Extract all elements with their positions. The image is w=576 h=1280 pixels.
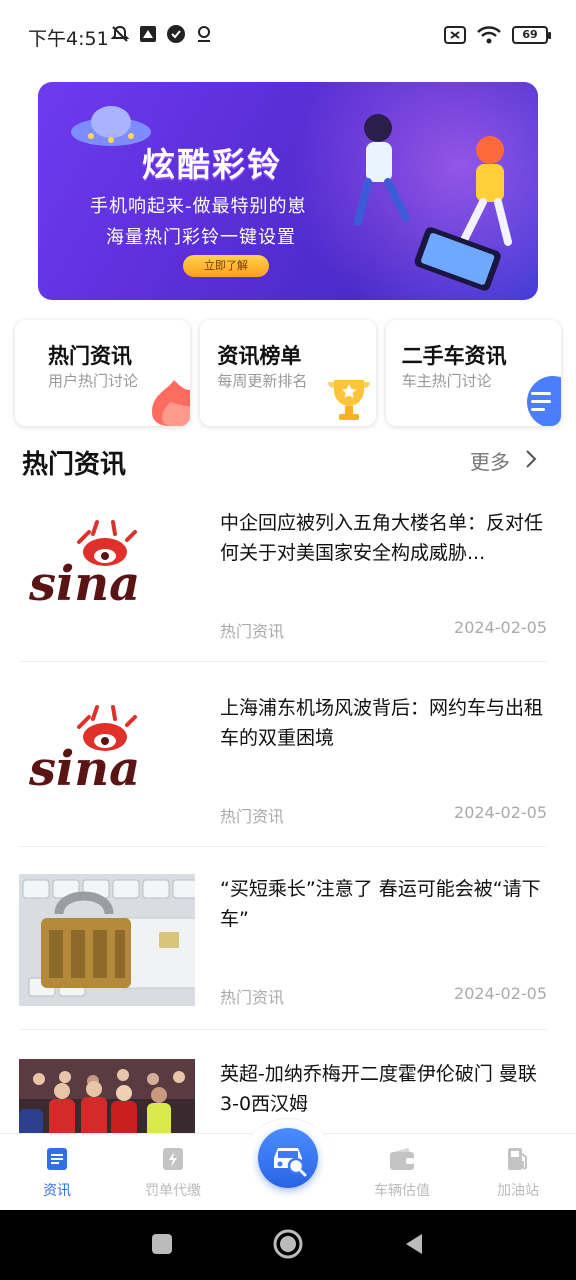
card-title: 资讯榜单 <box>217 344 302 368</box>
gas-station-icon <box>508 1148 527 1170</box>
sina-logo: sina <box>19 508 195 640</box>
check-circle-icon <box>167 25 185 43</box>
status-bar: 下午4:51 69 <box>0 0 576 72</box>
sim-icon <box>444 26 466 44</box>
news-category: 热门资讯 <box>220 807 285 826</box>
news-item[interactable]: sina 上海浦东机场风波背后：网约车与出租车的双重困境 热门资讯 2024-0… <box>19 693 547 879</box>
more-link[interactable]: 更多 <box>470 446 510 475</box>
sina-logo: sina <box>19 693 195 825</box>
flame-icon <box>152 380 191 426</box>
nav-label: 资讯 <box>43 1183 71 1199</box>
card-used-car-news[interactable]: 二手车资讯 车主热门讨论 <box>385 320 561 426</box>
chat-bubble-icon <box>526 376 561 426</box>
learn-more-button[interactable]: 立即了解 <box>183 255 269 277</box>
nav-item-vehicle-valuation[interactable]: 车辆估值 <box>362 1146 442 1200</box>
news-category: 热门资讯 <box>220 988 285 1007</box>
card-title: 二手车资讯 <box>401 344 507 368</box>
document-icon <box>47 1148 67 1170</box>
card-subtitle: 用户热门讨论 <box>48 372 139 390</box>
people-illustration <box>354 114 512 291</box>
nav-label: 车辆估值 <box>374 1183 430 1199</box>
card-subtitle: 车主热门讨论 <box>401 372 492 390</box>
car-search-button[interactable] <box>258 1128 318 1188</box>
card-subtitle: 每周更新排名 <box>217 372 308 390</box>
card-title: 热门资讯 <box>48 344 132 368</box>
notification-icon <box>140 26 156 42</box>
chevron-right-icon[interactable] <box>524 448 538 470</box>
battery-level: 69 <box>522 28 538 41</box>
card-hot-news[interactable]: 热门资讯 用户热门讨论 <box>15 320 191 426</box>
nav-item-news[interactable]: 资讯 <box>17 1146 97 1200</box>
trophy-icon <box>327 380 370 420</box>
promo-banner[interactable]: 炫酷彩铃 手机响起来-做最特别的崽 海量热门彩铃一键设置 立即了解 <box>38 82 538 300</box>
home-icon[interactable] <box>272 1228 304 1260</box>
padlock-card-photo <box>19 874 195 1006</box>
mute-icon <box>110 25 130 42</box>
quick-cards: 热门资讯 用户热门讨论 资讯榜单 每周更新排名 二手车资讯 车主热门讨论 <box>15 320 561 426</box>
news-item[interactable]: “买短乘长”注意了 春运可能会被“请下车” 热门资讯 2024-02-05 <box>19 874 547 1060</box>
nav-item-gas-station[interactable]: 加油站 <box>478 1146 558 1200</box>
banner-description: 海量热门彩铃一键设置 <box>106 227 296 248</box>
back-icon[interactable] <box>402 1232 426 1256</box>
news-title: “买短乘长”注意了 春运可能会被“请下车” <box>220 878 541 930</box>
section-title: 热门资讯 <box>22 450 127 480</box>
news-date: 2024-02-05 <box>454 803 547 822</box>
system-nav-bar <box>0 1210 576 1280</box>
news-item[interactable]: sina 中企回应被列入五角大楼名单：反对任何关于对美国家安全构成威胁... 热… <box>19 508 547 694</box>
sina-logo-thumbnail: sina <box>19 508 195 640</box>
banner-title: 炫酷彩铃 <box>142 145 282 184</box>
sina-logo-thumbnail: sina <box>19 693 195 825</box>
ticket-icon <box>163 1148 183 1170</box>
card-news-ranking[interactable]: 资讯榜单 每周更新排名 <box>200 320 376 426</box>
svg-text:sina: sina <box>28 741 140 797</box>
status-time: 下午4:51 <box>28 28 109 50</box>
wallet-icon <box>390 1148 414 1170</box>
news-category: 热门资讯 <box>220 622 285 641</box>
location-icon <box>198 26 210 42</box>
news-title: 上海浦东机场风波背后：网约车与出租车的双重困境 <box>220 697 544 749</box>
nav-label: 加油站 <box>497 1183 539 1199</box>
banner-subtitle: 手机响起来-做最特别的崽 <box>90 196 307 217</box>
nav-item-ticket-payment[interactable]: 罚单代缴 <box>133 1146 213 1200</box>
nav-label: 罚单代缴 <box>145 1183 201 1199</box>
recent-apps-icon[interactable] <box>150 1232 174 1256</box>
car-search-icon <box>274 1148 307 1177</box>
wifi-icon <box>477 26 501 44</box>
news-title: 中企回应被列入五角大楼名单：反对任何关于对美国家安全构成威胁... <box>220 512 544 564</box>
svg-text:sina: sina <box>28 556 140 612</box>
news-date: 2024-02-05 <box>454 984 547 1003</box>
news-title: 英超-加纳乔梅开二度霍伊伦破门 曼联3-0西汉姆 <box>220 1063 537 1115</box>
battery-icon: 69 <box>512 26 551 44</box>
news-date: 2024-02-05 <box>454 618 547 637</box>
